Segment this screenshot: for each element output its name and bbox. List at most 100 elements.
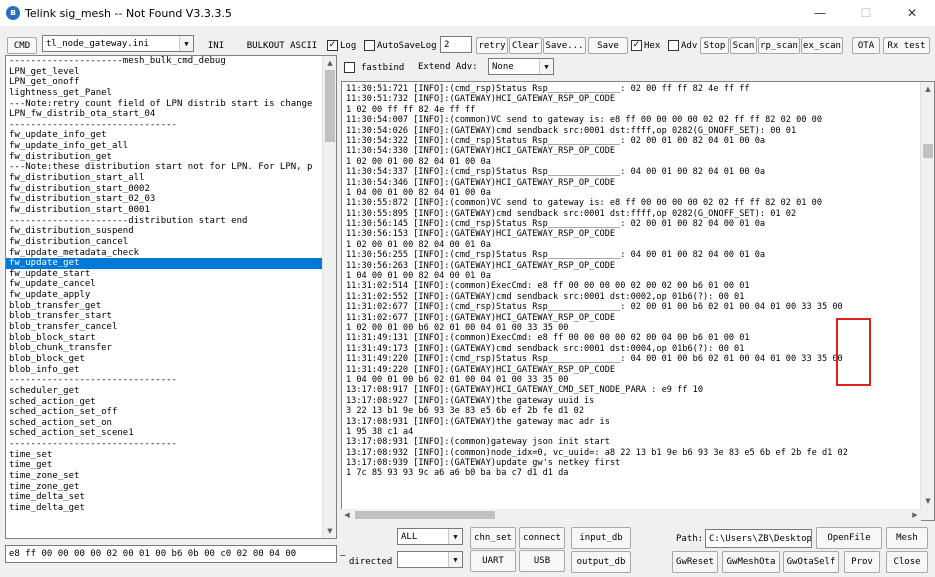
gwreset-button[interactable]: GwReset bbox=[672, 551, 718, 573]
command-list-item[interactable]: fw_update_start bbox=[6, 269, 336, 280]
usb-button[interactable]: USB bbox=[519, 550, 565, 572]
log-line: 13:17:08:927 [INFO]:(GATEWAY)the gateway… bbox=[346, 395, 595, 406]
command-list-item[interactable]: blob_transfer_cancel bbox=[6, 322, 336, 333]
scroll-thumb[interactable] bbox=[325, 70, 335, 142]
command-list-item[interactable]: fw_distribution_start_0001 bbox=[6, 205, 336, 216]
command-list-item[interactable]: time_get bbox=[6, 460, 336, 471]
command-list-item[interactable]: time_zone_get bbox=[6, 482, 336, 493]
command-list-item[interactable]: fw_update_info_get_all bbox=[6, 141, 336, 152]
cmd-button[interactable]: CMD bbox=[7, 37, 37, 54]
command-input[interactable]: e8 ff 00 00 00 00 02 00 01 00 b6 0b 00 c… bbox=[5, 545, 337, 563]
command-list-item[interactable]: fw_distribution_get bbox=[6, 152, 336, 163]
command-list-item[interactable]: ---Note:these distribution start not for… bbox=[6, 162, 336, 173]
ini-file-select[interactable]: tl_node_gateway.ini ▼ bbox=[42, 35, 194, 52]
scroll-right-icon[interactable]: ▶ bbox=[909, 509, 921, 521]
direction-select[interactable]: ▼ bbox=[397, 551, 463, 568]
scroll-down-icon[interactable]: ▼ bbox=[921, 494, 934, 508]
scroll-up-icon[interactable]: ▲ bbox=[323, 56, 336, 70]
rx-test-button[interactable]: Rx test bbox=[883, 37, 930, 54]
command-list-item[interactable]: ------------------------------- bbox=[6, 439, 336, 450]
command-list-item[interactable]: fw_update_apply bbox=[6, 290, 336, 301]
scroll-left-icon[interactable]: ◀ bbox=[341, 509, 353, 521]
command-list-item[interactable]: blob_block_get bbox=[6, 354, 336, 365]
command-list-item[interactable]: fw_update_get bbox=[6, 258, 336, 269]
command-list-item[interactable]: sched_action_set_off bbox=[6, 407, 336, 418]
log-vertical-scrollbar[interactable]: ▲ ▼ bbox=[920, 82, 934, 520]
close-button[interactable]: Close bbox=[886, 551, 928, 573]
prov-button[interactable]: Prov bbox=[844, 551, 880, 573]
connect-button[interactable]: connect bbox=[519, 527, 565, 549]
command-list-item[interactable]: fw_distribution_start_all bbox=[6, 173, 336, 184]
retry-button[interactable]: retry bbox=[476, 37, 508, 54]
log-horizontal-scrollbar[interactable]: ◀ ▶ bbox=[341, 509, 921, 521]
log-output[interactable]: 11:30:51:721 [INFO]:(cmd_rsp)Status Rsp_… bbox=[341, 81, 935, 521]
command-list-item[interactable]: time_delta_set bbox=[6, 492, 336, 503]
command-list-item[interactable]: lightness_get_Panel bbox=[6, 88, 336, 99]
command-list-item[interactable]: fw_distribution_cancel bbox=[6, 237, 336, 248]
bulkout-ascii-button[interactable]: BULKOUT ASCII bbox=[243, 37, 321, 54]
scan-button[interactable]: Scan bbox=[730, 37, 757, 54]
scroll-up-icon[interactable]: ▲ bbox=[921, 82, 934, 96]
openfile-button[interactable]: OpenFile bbox=[816, 527, 882, 549]
command-list-item[interactable]: fw_update_info_get bbox=[6, 130, 336, 141]
mesh-button[interactable]: Mesh bbox=[886, 527, 928, 549]
command-list-item[interactable]: time_set bbox=[6, 450, 336, 461]
command-list-item[interactable]: ---Note:retry count field of LPN distrib… bbox=[6, 99, 336, 110]
gwmeshota-button[interactable]: GwMeshOta bbox=[722, 551, 780, 573]
autosave-checkbox[interactable]: AutoSaveLog bbox=[364, 40, 437, 51]
uart-button[interactable]: UART bbox=[470, 550, 516, 572]
scroll-thumb[interactable] bbox=[923, 144, 933, 158]
minimize-button[interactable]: — bbox=[797, 0, 843, 26]
command-list-scrollbar[interactable]: ▲ ▼ bbox=[322, 56, 336, 538]
path-input[interactable]: C:\Users\ZB\Desktop bbox=[705, 529, 812, 548]
command-list-item[interactable]: LPN_get_onoff bbox=[6, 77, 336, 88]
command-list-item[interactable]: LPN_fw_distrib_ota_start_04 bbox=[6, 109, 336, 120]
command-list-item[interactable]: blob_transfer_start bbox=[6, 311, 336, 322]
adv-checkbox[interactable]: Adv bbox=[668, 40, 697, 51]
command-list-item[interactable]: ------------------------------- bbox=[6, 120, 336, 131]
command-list-item[interactable]: scheduler_get bbox=[6, 386, 336, 397]
ex-scan-button[interactable]: ex_scan bbox=[801, 37, 843, 54]
command-list-item[interactable]: blob_info_get bbox=[6, 365, 336, 376]
close-window-button[interactable]: ✕ bbox=[889, 0, 935, 26]
command-list-item[interactable]: sched_action_set_scene1 bbox=[6, 428, 336, 439]
scroll-down-icon[interactable]: ▼ bbox=[323, 524, 336, 538]
command-list[interactable]: ---------------------mesh_bulk_cmd_debug… bbox=[5, 55, 337, 539]
command-list-item[interactable]: ------------------------------- bbox=[6, 375, 336, 386]
command-list-item[interactable]: blob_chunk_transfer bbox=[6, 343, 336, 354]
all-select[interactable]: ALL ▼ bbox=[397, 528, 463, 545]
scroll-thumb[interactable] bbox=[355, 511, 495, 519]
command-list-item[interactable]: ----------------------distribution start… bbox=[6, 216, 336, 227]
clear-button[interactable]: Clear bbox=[509, 37, 542, 54]
fastbind-checkbox[interactable]: fastbind bbox=[344, 62, 404, 73]
maximize-button[interactable]: ☐ bbox=[843, 0, 889, 26]
command-list-item[interactable]: fw_distribution_start_0002 bbox=[6, 184, 336, 195]
input-db-button[interactable]: input_db bbox=[571, 527, 631, 549]
command-list-item[interactable]: fw_distribution_suspend bbox=[6, 226, 336, 237]
extend-adv-select[interactable]: None ▼ bbox=[488, 58, 554, 75]
save-as-button[interactable]: Save... bbox=[543, 37, 586, 54]
stop-button[interactable]: Stop bbox=[700, 37, 729, 54]
hex-checkbox[interactable]: ✓ Hex bbox=[631, 40, 660, 51]
ota-button[interactable]: OTA bbox=[852, 37, 880, 54]
command-list-item[interactable]: LPN_get_level bbox=[6, 67, 336, 78]
command-list-item[interactable]: fw_update_metadata_check bbox=[6, 248, 336, 259]
output-db-button[interactable]: output_db bbox=[571, 551, 631, 573]
log-checkbox[interactable]: ✓ Log bbox=[327, 40, 356, 51]
command-list-item[interactable]: sched_action_get bbox=[6, 397, 336, 408]
ini-button[interactable]: INI bbox=[200, 37, 232, 54]
autosave-count-input[interactable]: 2 bbox=[440, 36, 472, 53]
command-list-item[interactable]: time_zone_set bbox=[6, 471, 336, 482]
chn-set-button[interactable]: chn_set bbox=[470, 527, 516, 549]
command-list-item[interactable]: fw_update_cancel bbox=[6, 279, 336, 290]
rp-scan-button[interactable]: rp_scan bbox=[758, 37, 800, 54]
command-list-item[interactable]: sched_action_set_on bbox=[6, 418, 336, 429]
command-list-item[interactable]: blob_transfer_get bbox=[6, 301, 336, 312]
command-list-item[interactable]: time_delta_get bbox=[6, 503, 336, 514]
command-list-item[interactable]: ---------------------mesh_bulk_cmd_debug bbox=[6, 56, 336, 67]
log-line: 11:30:56:153 [INFO]:(GATEWAY)HCI_GATEWAY… bbox=[346, 229, 616, 240]
gwotaself-button[interactable]: GwOtaSelf bbox=[783, 551, 839, 573]
command-list-item[interactable]: fw_distribution_start_02_03 bbox=[6, 194, 336, 205]
save-button[interactable]: Save bbox=[588, 37, 628, 54]
command-list-item[interactable]: blob_block_start bbox=[6, 333, 336, 344]
